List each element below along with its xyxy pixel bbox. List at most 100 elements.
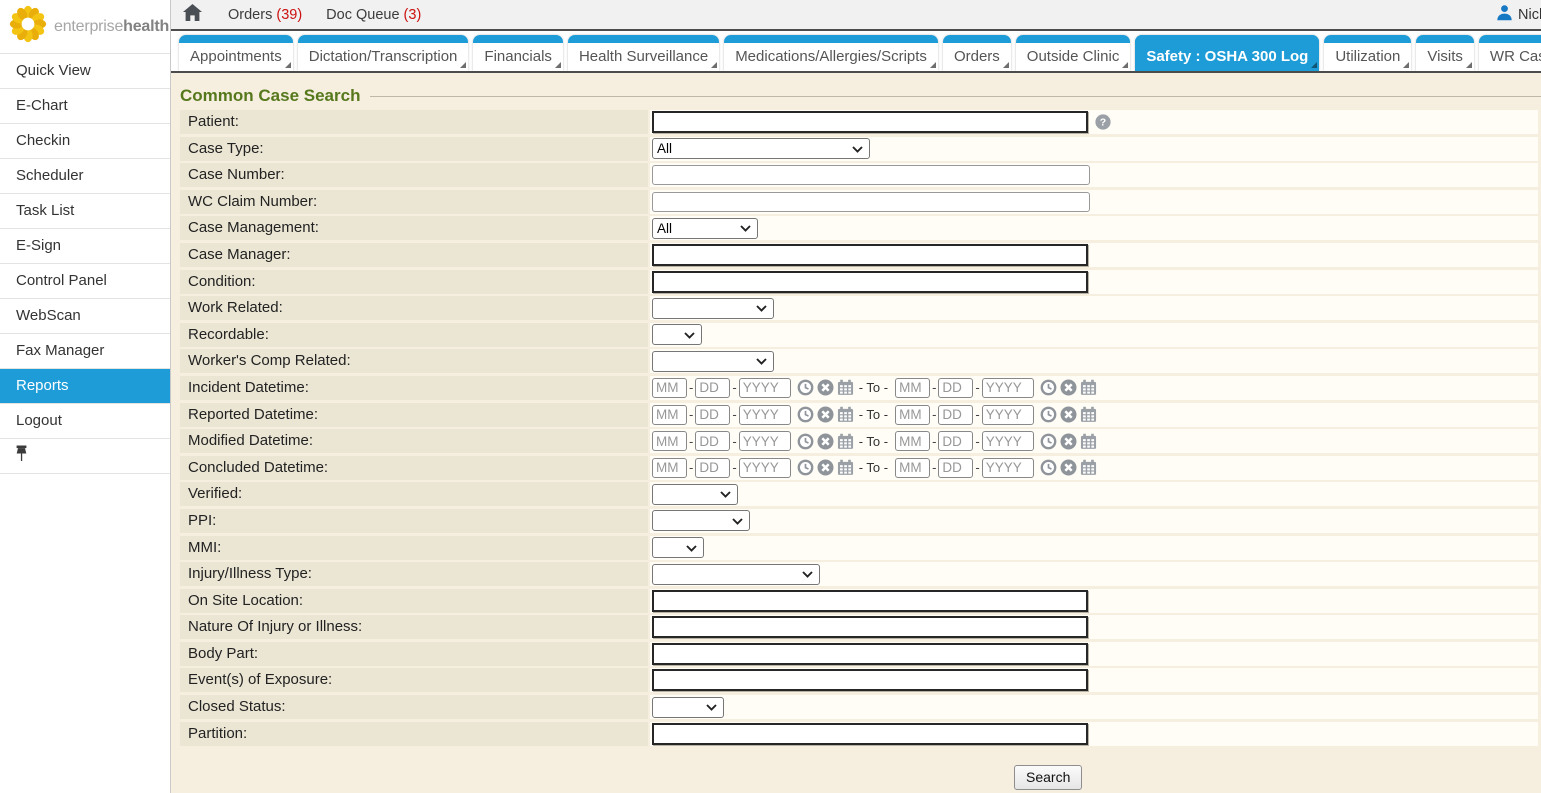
incident-datetime-from-year-input[interactable] <box>739 378 791 398</box>
reported-datetime-to-year-input[interactable] <box>982 405 1034 425</box>
search-button[interactable]: Search <box>1014 765 1082 790</box>
clock-icon[interactable] <box>797 379 814 396</box>
concluded-datetime-from-day-input[interactable] <box>695 458 730 478</box>
tab-medications-allergies-scripts[interactable]: Medications/Allergies/Scripts <box>724 35 938 71</box>
reported-datetime-to-month-input[interactable] <box>895 405 930 425</box>
ppi-select[interactable] <box>652 510 750 531</box>
clear-icon[interactable] <box>1060 406 1077 423</box>
modified-datetime-from-day-input[interactable] <box>695 431 730 451</box>
event-s-of-exposure-input[interactable] <box>652 669 1088 691</box>
sidebar-item-reports[interactable]: Reports <box>0 369 170 404</box>
mmi-select[interactable] <box>652 537 704 558</box>
modified-datetime-from-year-input[interactable] <box>739 431 791 451</box>
clear-icon[interactable] <box>817 379 834 396</box>
sidebar-item-fax-manager[interactable]: Fax Manager <box>0 334 170 369</box>
calendar-icon[interactable] <box>837 379 854 396</box>
sidebar-item-scheduler[interactable]: Scheduler <box>0 159 170 194</box>
clock-icon[interactable] <box>797 406 814 423</box>
clear-icon[interactable] <box>817 459 834 476</box>
concluded-datetime-to-day-input[interactable] <box>938 458 973 478</box>
case-type-select[interactable]: All <box>652 138 870 159</box>
field-cell-recordable <box>650 323 1538 347</box>
reported-datetime-from-month-input[interactable] <box>652 405 687 425</box>
modified-datetime-from-month-input[interactable] <box>652 431 687 451</box>
reported-datetime-from-day-input[interactable] <box>695 405 730 425</box>
sidebar-item-task-list[interactable]: Task List <box>0 194 170 229</box>
recordable-select[interactable] <box>652 324 702 345</box>
patient-input[interactable] <box>652 111 1088 133</box>
closed-status-select[interactable] <box>652 697 724 718</box>
tab-orders[interactable]: Orders <box>943 35 1011 71</box>
sidebar-item-e-chart[interactable]: E-Chart <box>0 89 170 124</box>
clock-icon[interactable] <box>1040 433 1057 450</box>
concluded-datetime-from-month-input[interactable] <box>652 458 687 478</box>
clear-icon[interactable] <box>1060 459 1077 476</box>
sidebar-item-logout[interactable]: Logout <box>0 404 170 439</box>
tab-appointments[interactable]: Appointments <box>179 35 293 71</box>
concluded-datetime-from-year-input[interactable] <box>739 458 791 478</box>
calendar-icon[interactable] <box>1080 433 1097 450</box>
calendar-icon[interactable] <box>1080 459 1097 476</box>
concluded-datetime-to-month-input[interactable] <box>895 458 930 478</box>
modified-datetime-to-day-input[interactable] <box>938 431 973 451</box>
user-menu[interactable]: Nich <box>1491 0 1541 29</box>
sidebar-item-webscan[interactable]: WebScan <box>0 299 170 334</box>
verified-select[interactable] <box>652 484 738 505</box>
tab-health-surveillance[interactable]: Health Surveillance <box>568 35 719 71</box>
sidebar-item-quick-view[interactable]: Quick View <box>0 54 170 89</box>
injury-illness-type-select[interactable] <box>652 564 820 585</box>
sidebar-item-control-panel[interactable]: Control Panel <box>0 264 170 299</box>
clear-icon[interactable] <box>1060 379 1077 396</box>
partition-input[interactable] <box>652 723 1088 745</box>
tab-financials[interactable]: Financials <box>473 35 563 71</box>
worker-s-comp-related-select[interactable] <box>652 351 774 372</box>
tab-outside-clinic[interactable]: Outside Clinic <box>1016 35 1131 71</box>
tab-utilization[interactable]: Utilization <box>1324 35 1411 71</box>
case-number-input[interactable] <box>652 165 1090 185</box>
incident-datetime-from-month-input[interactable] <box>652 378 687 398</box>
tab-dictation-transcription[interactable]: Dictation/Transcription <box>298 35 469 71</box>
sidebar-pin-row[interactable] <box>0 439 170 474</box>
clock-icon[interactable] <box>1040 379 1057 396</box>
doc-queue-nav-item[interactable]: Doc Queue (3) <box>326 7 421 23</box>
sidebar-item-checkin[interactable]: Checkin <box>0 124 170 159</box>
condition-input[interactable] <box>652 271 1088 293</box>
reported-datetime-from-year-input[interactable] <box>739 405 791 425</box>
clock-icon[interactable] <box>1040 406 1057 423</box>
concluded-datetime-to-year-input[interactable] <box>982 458 1034 478</box>
help-icon[interactable]: ? <box>1095 114 1111 130</box>
calendar-icon[interactable] <box>837 406 854 423</box>
calendar-icon[interactable] <box>1080 379 1097 396</box>
modified-datetime-to-year-input[interactable] <box>982 431 1034 451</box>
calendar-icon[interactable] <box>837 459 854 476</box>
incident-datetime-to-month-input[interactable] <box>895 378 930 398</box>
nature-of-injury-or-illness-input[interactable] <box>652 616 1088 638</box>
calendar-icon[interactable] <box>1080 406 1097 423</box>
clock-icon[interactable] <box>1040 459 1057 476</box>
case-manager-input[interactable] <box>652 244 1088 266</box>
reported-datetime-to-day-input[interactable] <box>938 405 973 425</box>
orders-nav-item[interactable]: Orders (39) <box>228 7 302 23</box>
sidebar-item-e-sign[interactable]: E-Sign <box>0 229 170 264</box>
clock-icon[interactable] <box>797 433 814 450</box>
tab-wr-case-mgmt[interactable]: WR Case Mgmt <box>1479 35 1541 71</box>
clear-icon[interactable] <box>1060 433 1077 450</box>
body-part-input[interactable] <box>652 643 1088 665</box>
modified-datetime-to-month-input[interactable] <box>895 431 930 451</box>
tab-safety-osha-300-log[interactable]: Safety : OSHA 300 Log <box>1135 35 1319 71</box>
clear-icon[interactable] <box>817 433 834 450</box>
tab-visits[interactable]: Visits <box>1416 35 1474 71</box>
case-management-select[interactable]: All <box>652 218 758 239</box>
incident-datetime-to-year-input[interactable] <box>982 378 1034 398</box>
incident-datetime-from-day-input[interactable] <box>695 378 730 398</box>
on-site-location-input[interactable] <box>652 590 1088 612</box>
home-button[interactable] <box>183 4 202 26</box>
incident-datetime-to-day-input[interactable] <box>938 378 973 398</box>
modified-datetime-from-date-icons <box>797 433 854 450</box>
wc-claim-number-input[interactable] <box>652 192 1090 212</box>
clock-icon[interactable] <box>797 459 814 476</box>
tab-accent-cap <box>1479 35 1541 43</box>
work-related-select[interactable] <box>652 298 774 319</box>
calendar-icon[interactable] <box>837 433 854 450</box>
clear-icon[interactable] <box>817 406 834 423</box>
